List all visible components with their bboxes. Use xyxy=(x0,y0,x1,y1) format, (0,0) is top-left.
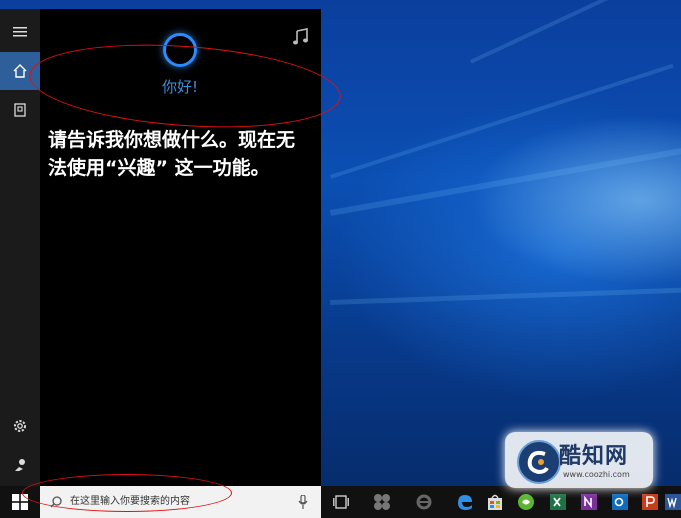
task-view-button[interactable] xyxy=(331,492,351,512)
gear-icon xyxy=(14,420,26,432)
cortana-message: 请告诉我你想做什么。现在无法使用“兴趣” 这一功能。 xyxy=(48,129,296,179)
watermark-url: www.coozhi.com xyxy=(563,470,630,479)
hamburger-menu-icon xyxy=(13,27,27,37)
powerpoint-icon xyxy=(642,494,658,510)
watermark-logo-icon xyxy=(517,440,561,484)
browser-icon xyxy=(518,494,534,510)
feedback-button[interactable] xyxy=(0,446,40,484)
excel-icon xyxy=(550,494,566,510)
outlook-icon xyxy=(612,494,628,510)
store-icon xyxy=(488,494,502,510)
internet-explorer-button[interactable] xyxy=(414,492,434,512)
notebook-button[interactable] xyxy=(0,91,40,129)
watermark-brand: 酷知网 xyxy=(559,444,629,469)
feedback-icon xyxy=(15,459,25,471)
edge-button[interactable] xyxy=(455,492,475,512)
outlook-button[interactable] xyxy=(610,492,630,512)
edge-icon xyxy=(458,495,472,510)
taskbar-app-button[interactable] xyxy=(372,492,392,512)
store-button[interactable] xyxy=(485,492,505,512)
browser-button[interactable] xyxy=(516,492,536,512)
red-highlight-ellipse-search xyxy=(22,474,232,512)
powerpoint-button[interactable] xyxy=(640,492,660,512)
notebook-icon xyxy=(14,103,26,117)
onenote-button[interactable] xyxy=(579,492,599,512)
music-recognition-icon[interactable] xyxy=(292,27,312,47)
word-button[interactable] xyxy=(664,492,681,512)
onenote-icon xyxy=(581,494,597,510)
home-icon xyxy=(13,64,27,78)
excel-button[interactable] xyxy=(548,492,568,512)
ie-icon xyxy=(416,494,432,510)
word-icon xyxy=(665,494,681,510)
app-icon xyxy=(374,494,390,510)
microphone-icon[interactable] xyxy=(298,495,308,509)
watermark: 酷知网 www.coozhi.com xyxy=(505,432,653,488)
hamburger-menu-button[interactable] xyxy=(0,13,40,51)
task-view-icon xyxy=(333,495,349,509)
settings-button[interactable] xyxy=(0,407,40,445)
